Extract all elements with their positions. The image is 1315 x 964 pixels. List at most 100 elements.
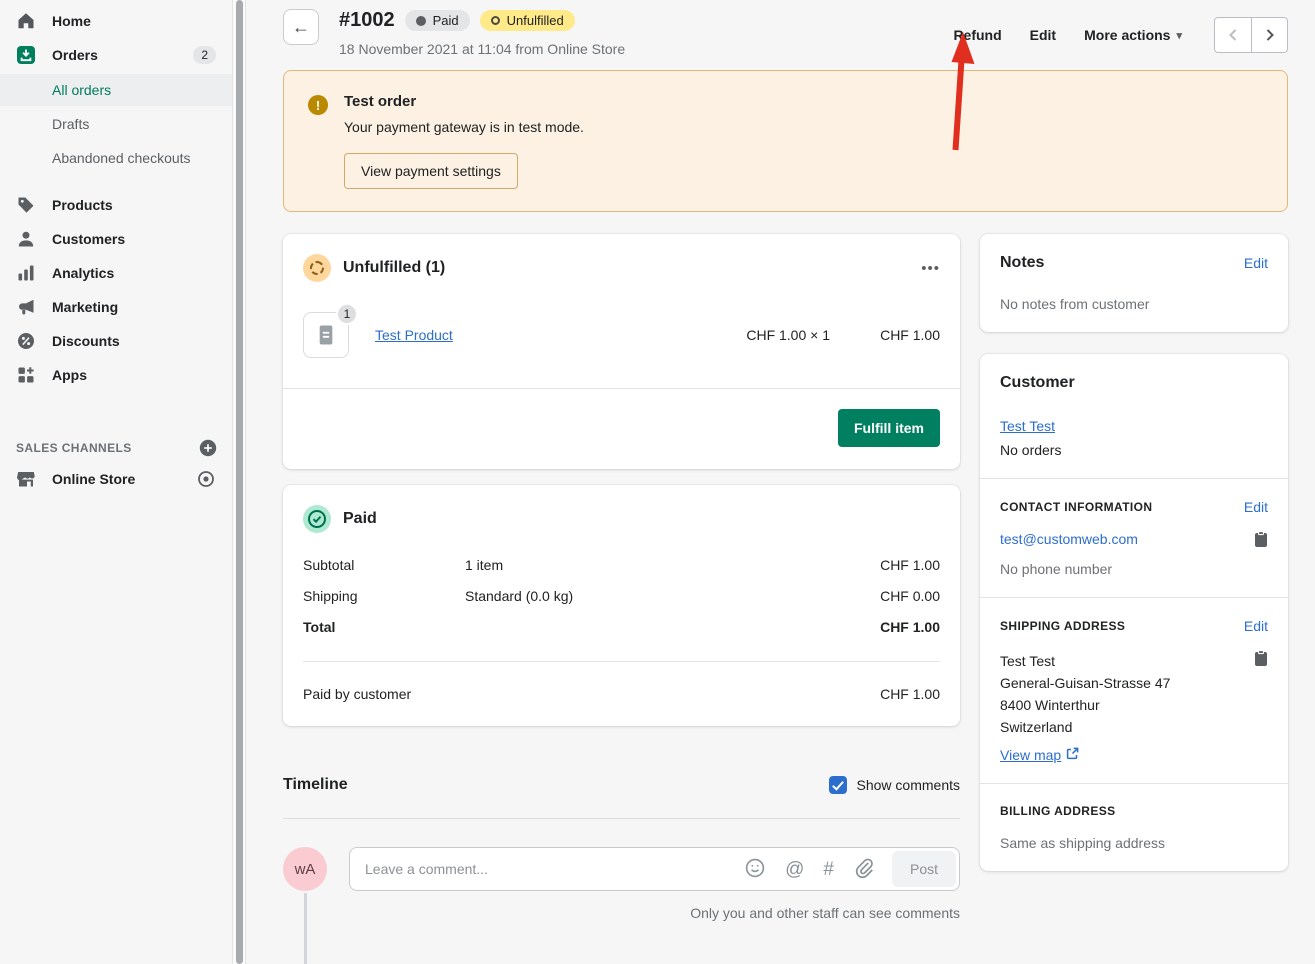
paid-by-customer-amount: CHF 1.00 <box>880 686 940 702</box>
unfulfilled-card-title: Unfulfilled (1) <box>343 259 445 277</box>
mention-icon[interactable]: @ <box>785 860 804 879</box>
document-icon <box>317 324 335 346</box>
main-area: ← #1002 Paid Unfulfilled 18 <box>246 0 1315 964</box>
show-comments-checkbox[interactable] <box>829 776 847 794</box>
discounts-icon <box>16 331 36 351</box>
hashtag-icon[interactable]: # <box>823 860 834 879</box>
sidebar-item-products[interactable]: Products <box>0 188 232 222</box>
view-payment-settings-button[interactable]: View payment settings <box>344 153 518 189</box>
attachment-icon[interactable] <box>853 857 875 882</box>
sidebar-item-drafts[interactable]: Drafts <box>0 108 232 140</box>
scrollbar-track[interactable] <box>232 0 246 964</box>
products-icon <box>16 195 36 215</box>
pay-row-amount: CHF 0.00 <box>880 588 940 604</box>
pay-row-detail: 1 item <box>465 557 880 573</box>
orders-subnav: All orders Drafts Abandoned checkouts <box>0 74 232 174</box>
pay-row-label: Total <box>303 619 465 635</box>
sidebar-item-abandoned-checkouts[interactable]: Abandoned checkouts <box>0 142 232 174</box>
customer-section: Customer Test Test No orders <box>980 354 1288 478</box>
timeline-rail <box>304 893 307 964</box>
sidebar-item-label: Orders <box>52 47 98 63</box>
edit-contact-link[interactable]: Edit <box>1244 499 1268 515</box>
sidebar-item-discounts[interactable]: Discounts <box>0 324 232 358</box>
more-actions-button[interactable]: More actions ▾ <box>1084 27 1182 43</box>
address-line: 8400 Winterthur <box>1000 694 1170 716</box>
apps-icon <box>16 365 36 385</box>
back-button[interactable]: ← <box>283 9 319 45</box>
address-line: General-Guisan-Strasse 47 <box>1000 672 1170 694</box>
fulfillment-status-label: Unfulfilled <box>507 13 564 28</box>
refund-button[interactable]: Refund <box>953 27 1001 43</box>
fulfillment-status-badge: Unfulfilled <box>480 10 575 31</box>
show-comments-toggle[interactable]: Show comments <box>829 776 960 794</box>
edit-shipping-link[interactable]: Edit <box>1244 618 1268 634</box>
edit-notes-link[interactable]: Edit <box>1244 255 1268 271</box>
pay-row-amount: CHF 1.00 <box>880 619 940 635</box>
customer-phone-text: No phone number <box>1000 561 1268 577</box>
copy-email-icon[interactable] <box>1254 531 1268 548</box>
pay-row-label: Subtotal <box>303 557 465 573</box>
pay-row-label: Shipping <box>303 588 465 604</box>
billing-address-section: BILLING ADDRESS Same as shipping address <box>980 783 1288 871</box>
sidebar-item-label: Marketing <box>52 299 118 315</box>
sidebar: Home Orders 2 All orders Drafts Abandone… <box>0 0 232 964</box>
pay-row-detail <box>465 619 880 635</box>
paid-by-customer-label: Paid by customer <box>303 686 411 702</box>
payment-status-label: Paid <box>433 13 459 28</box>
orders-icon <box>16 45 36 65</box>
customer-orders-count: No orders <box>1000 442 1268 458</box>
sidebar-item-label: Customers <box>52 231 125 247</box>
subnav-label: All orders <box>52 82 111 98</box>
sidebar-item-label: Products <box>52 197 113 213</box>
sidebar-item-all-orders[interactable]: All orders <box>0 74 232 106</box>
customer-email-link[interactable]: test@customweb.com <box>1000 531 1138 547</box>
chevron-left-icon <box>1228 28 1238 42</box>
preview-eye-icon[interactable] <box>196 469 216 489</box>
paid-status-icon <box>303 505 331 533</box>
copy-address-icon[interactable] <box>1254 650 1268 667</box>
notes-card: Notes Edit No notes from customer <box>980 234 1288 332</box>
address-line: Switzerland <box>1000 716 1170 738</box>
sidebar-item-home[interactable]: Home <box>0 4 232 38</box>
comment-input[interactable] <box>365 861 736 877</box>
page-title: #1002 <box>339 9 395 32</box>
unfulfilled-ring-icon <box>491 16 500 25</box>
sidebar-item-marketing[interactable]: Marketing <box>0 290 232 324</box>
payment-status-badge: Paid <box>405 10 470 31</box>
sidebar-item-orders[interactable]: Orders 2 <box>0 38 232 72</box>
view-map-link[interactable]: View map <box>1000 747 1061 763</box>
sidebar-item-analytics[interactable]: Analytics <box>0 256 232 290</box>
payment-card-title: Paid <box>343 510 377 528</box>
item-total: CHF 1.00 <box>830 327 940 343</box>
item-price-qty: CHF 1.00 × 1 <box>680 327 830 343</box>
sidebar-item-apps[interactable]: Apps <box>0 358 232 392</box>
previous-order-button[interactable] <box>1215 18 1251 52</box>
add-sales-channel-icon[interactable] <box>198 438 218 458</box>
sidebar-item-customers[interactable]: Customers <box>0 222 232 256</box>
product-link[interactable]: Test Product <box>375 327 453 343</box>
customer-link[interactable]: Test Test <box>1000 418 1055 434</box>
sales-channels-heading: SALES CHANNELS <box>0 434 232 462</box>
order-header: ← #1002 Paid Unfulfilled 18 <box>283 0 1288 57</box>
scrollbar-thumb[interactable] <box>236 0 243 964</box>
sidebar-item-online-store[interactable]: Online Store <box>0 462 232 496</box>
product-thumbnail: 1 <box>303 312 349 358</box>
sidebar-item-label: Online Store <box>52 471 135 487</box>
show-comments-label: Show comments <box>857 777 960 793</box>
quantity-badge: 1 <box>336 303 358 325</box>
fulfill-item-button[interactable]: Fulfill item <box>838 409 940 447</box>
card-menu-icon[interactable]: ••• <box>921 261 940 276</box>
customer-card: Customer Test Test No orders CONTACT INF… <box>980 354 1288 871</box>
next-order-button[interactable] <box>1251 18 1287 52</box>
edit-button[interactable]: Edit <box>1030 27 1056 43</box>
chevron-down-icon: ▾ <box>1176 29 1182 42</box>
emoji-icon[interactable] <box>744 857 766 882</box>
post-button[interactable]: Post <box>892 851 956 887</box>
marketing-icon <box>16 297 36 317</box>
comment-box: @ # Post <box>349 847 960 891</box>
chevron-right-icon <box>1265 28 1275 42</box>
pay-row-detail: Standard (0.0 kg) <box>465 588 880 604</box>
customer-title: Customer <box>1000 374 1268 392</box>
sidebar-item-label: Home <box>52 13 91 29</box>
shipping-address: Test Test General-Guisan-Strasse 47 8400… <box>1000 650 1170 738</box>
